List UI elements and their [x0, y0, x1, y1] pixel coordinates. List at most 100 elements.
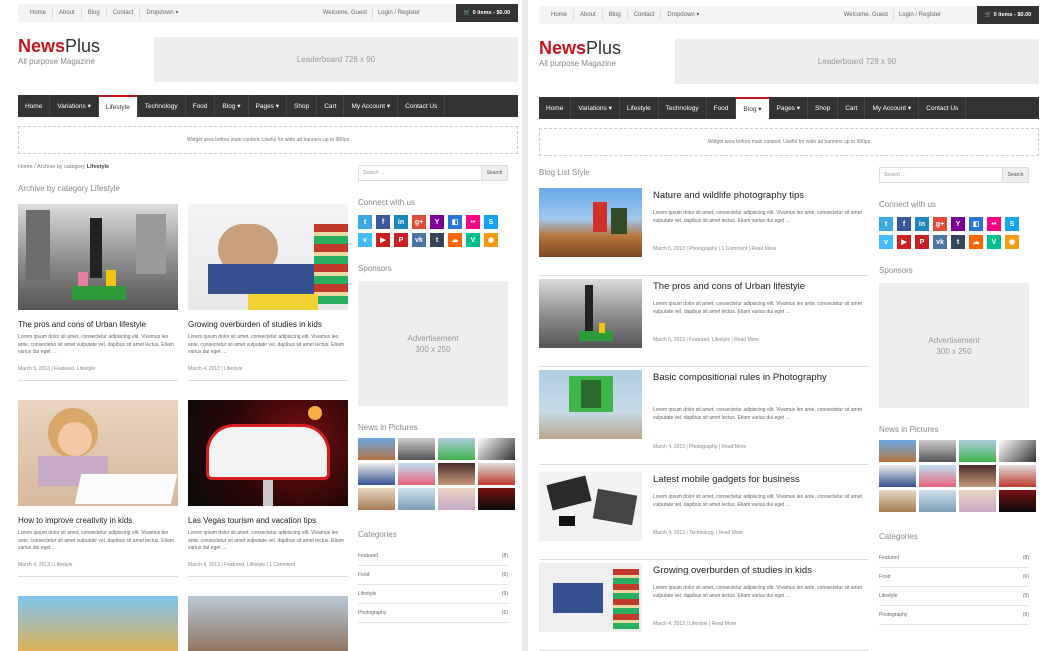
- delicious-icon[interactable]: ◧: [448, 215, 462, 229]
- leaderboard-ad[interactable]: Leaderboard 728 x 90: [675, 39, 1039, 84]
- twitter-icon[interactable]: t: [879, 217, 893, 231]
- tumblr-icon[interactable]: t: [430, 233, 444, 247]
- yahoo-icon[interactable]: Y: [951, 217, 965, 231]
- article-image-family[interactable]: [18, 596, 178, 651]
- sidebar-ad[interactable]: Advertisement 300 x 250: [358, 281, 508, 406]
- post-image-composition[interactable]: [539, 370, 642, 439]
- post-image-urban[interactable]: [539, 279, 642, 348]
- nav-item-pages[interactable]: Pages ▾: [770, 97, 808, 119]
- article-title[interactable]: How to improve creativity in kids: [18, 515, 178, 526]
- search-input[interactable]: Search ...: [358, 165, 482, 181]
- post-item[interactable]: Growing overburden of studies in kids Lo…: [539, 563, 869, 651]
- nav-item-food[interactable]: Food: [186, 95, 216, 117]
- category-item[interactable]: Food (6): [358, 566, 508, 585]
- flickr-icon[interactable]: ••: [466, 215, 480, 229]
- nav-item-myaccount[interactable]: My Account ▾: [344, 95, 399, 117]
- vine-icon[interactable]: V: [466, 233, 480, 247]
- search-button[interactable]: Search: [482, 165, 508, 181]
- article-card[interactable]: The pros and cons of Urban lifestyle Lor…: [18, 204, 178, 381]
- post-item[interactable]: Basic compositional rules in Photography…: [539, 370, 869, 465]
- cart-button[interactable]: 🛒 0 items - $0.00: [456, 4, 518, 22]
- article-card[interactable]: Las Vegas tourism and vacation tips Lore…: [188, 400, 348, 577]
- news-picture-thumbnail[interactable]: [919, 490, 956, 512]
- news-picture-thumbnail[interactable]: [879, 440, 916, 462]
- nav-item-contactus[interactable]: Contact Us: [919, 97, 967, 119]
- pinterest-icon[interactable]: P: [915, 235, 929, 249]
- nav-item-pages[interactable]: Pages ▾: [249, 95, 287, 117]
- facebook-icon[interactable]: f: [376, 215, 390, 229]
- article-image-creativity[interactable]: [18, 400, 178, 506]
- top-link-home[interactable]: Home: [545, 10, 575, 20]
- nav-item-blog[interactable]: Blog ▾: [736, 97, 770, 119]
- search-input[interactable]: Search ...: [879, 167, 1003, 183]
- article-title[interactable]: The pros and cons of Urban lifestyle: [18, 319, 178, 330]
- pinterest-icon[interactable]: P: [394, 233, 408, 247]
- rss-icon[interactable]: ◉: [484, 233, 498, 247]
- twitter-icon[interactable]: t: [358, 215, 372, 229]
- article-title[interactable]: Las Vegas tourism and vacation tips: [188, 515, 348, 526]
- vk-icon[interactable]: vk: [412, 233, 426, 247]
- nav-item-contactus[interactable]: Contact Us: [398, 95, 446, 117]
- top-link-home[interactable]: Home: [24, 8, 54, 18]
- category-item[interactable]: Featured (8): [358, 547, 508, 566]
- article-card[interactable]: How to improve creativity in kids Lorem …: [18, 400, 178, 577]
- post-item[interactable]: Nature and wildlife photography tips Lor…: [539, 188, 869, 276]
- top-link-blog[interactable]: Blog: [82, 8, 107, 18]
- nav-item-home[interactable]: Home: [18, 95, 51, 117]
- news-picture-thumbnail[interactable]: [478, 488, 515, 510]
- login-register-link[interactable]: Login / Register: [371, 8, 425, 18]
- news-picture-thumbnail[interactable]: [919, 440, 956, 462]
- login-register-link[interactable]: Login / Register: [892, 10, 946, 20]
- news-picture-thumbnail[interactable]: [438, 463, 475, 485]
- skype-icon[interactable]: S: [484, 215, 498, 229]
- nav-item-variations[interactable]: Variations ▾: [50, 95, 99, 117]
- top-link-about[interactable]: About: [574, 10, 603, 20]
- category-item[interactable]: Photography (6): [879, 606, 1029, 625]
- nav-item-technology[interactable]: Technology: [659, 97, 707, 119]
- nav-item-shop[interactable]: Shop: [808, 97, 839, 119]
- news-picture-thumbnail[interactable]: [398, 463, 435, 485]
- googleplus-icon[interactable]: g+: [933, 217, 947, 231]
- news-picture-thumbnail[interactable]: [919, 465, 956, 487]
- news-picture-thumbnail[interactable]: [478, 463, 515, 485]
- news-picture-thumbnail[interactable]: [438, 488, 475, 510]
- site-logo[interactable]: NewsPlus: [539, 38, 621, 59]
- post-title[interactable]: Growing overburden of studies in kids: [653, 563, 869, 579]
- news-picture-thumbnail[interactable]: [398, 438, 435, 460]
- news-picture-thumbnail[interactable]: [879, 490, 916, 512]
- news-picture-thumbnail[interactable]: [358, 438, 395, 460]
- nav-item-lifestyle[interactable]: Lifestyle: [98, 95, 138, 117]
- nav-item-shop[interactable]: Shop: [287, 95, 318, 117]
- skype-icon[interactable]: S: [1005, 217, 1019, 231]
- news-picture-thumbnail[interactable]: [358, 463, 395, 485]
- soundcloud-icon[interactable]: ☁: [448, 233, 462, 247]
- top-link-contact[interactable]: Contact: [107, 8, 141, 18]
- youtube-icon[interactable]: ▶: [376, 233, 390, 247]
- sidebar-ad[interactable]: Advertisement 300 x 250: [879, 283, 1029, 408]
- article-image-urban[interactable]: [18, 204, 178, 310]
- news-picture-thumbnail[interactable]: [999, 465, 1036, 487]
- category-item[interactable]: Food (6): [879, 568, 1029, 587]
- vimeo-icon[interactable]: v: [879, 235, 893, 249]
- nav-item-home[interactable]: Home: [539, 97, 572, 119]
- news-picture-thumbnail[interactable]: [879, 465, 916, 487]
- nav-item-cart[interactable]: Cart: [838, 97, 866, 119]
- top-link-dropdown[interactable]: Dropdown ▾: [661, 10, 705, 20]
- news-picture-thumbnail[interactable]: [438, 438, 475, 460]
- top-link-contact[interactable]: Contact: [628, 10, 662, 20]
- nav-item-technology[interactable]: Technology: [138, 95, 186, 117]
- nav-item-cart[interactable]: Cart: [317, 95, 345, 117]
- flickr-icon[interactable]: ••: [987, 217, 1001, 231]
- breadcrumb-home[interactable]: Home: [18, 164, 33, 170]
- post-item[interactable]: Latest mobile gadgets for business Lorem…: [539, 472, 869, 560]
- vk-icon[interactable]: vk: [933, 235, 947, 249]
- post-title[interactable]: The pros and cons of Urban lifestyle: [653, 279, 869, 295]
- news-picture-thumbnail[interactable]: [959, 440, 996, 462]
- post-title[interactable]: Latest mobile gadgets for business: [653, 472, 869, 488]
- nav-item-myaccount[interactable]: My Account ▾: [865, 97, 920, 119]
- linkedin-icon[interactable]: in: [915, 217, 929, 231]
- article-image-studies[interactable]: [188, 204, 348, 310]
- article-image-couple[interactable]: [188, 596, 348, 651]
- site-logo[interactable]: NewsPlus: [18, 36, 100, 57]
- rss-icon[interactable]: ◉: [1005, 235, 1019, 249]
